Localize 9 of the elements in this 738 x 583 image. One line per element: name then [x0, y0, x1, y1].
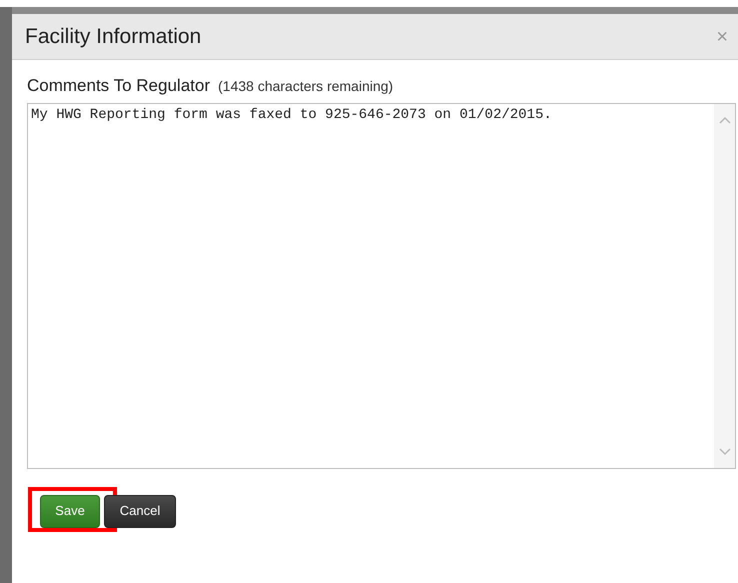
cancel-button[interactable]: Cancel — [104, 494, 176, 528]
field-label: Comments To Regulator — [27, 75, 210, 97]
chevron-up-icon — [718, 116, 730, 124]
chevron-down-icon — [718, 448, 730, 456]
dialog-title: Facility Information — [25, 24, 202, 50]
scrollbar[interactable] — [714, 104, 735, 468]
characters-remaining: (1438 characters remaining) — [218, 77, 394, 96]
save-button[interactable]: Save — [40, 494, 100, 528]
comments-field[interactable]: My HWG Reporting form was faxed to 925-646-2073 on 01/02/2015. — [27, 102, 736, 468]
